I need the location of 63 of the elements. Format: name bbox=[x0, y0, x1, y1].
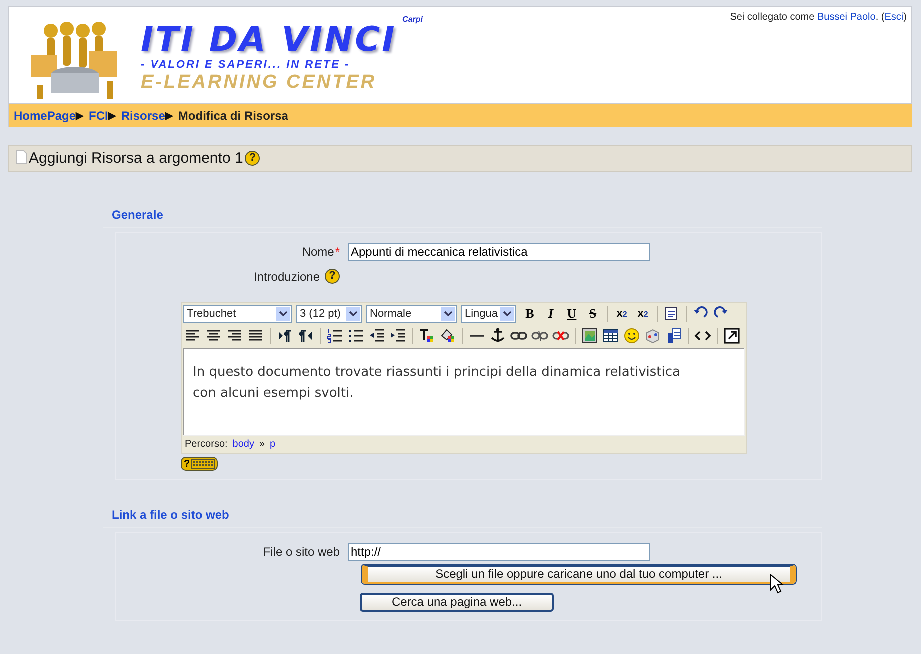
background-color-icon[interactable] bbox=[439, 327, 457, 345]
table-icon[interactable] bbox=[602, 327, 620, 345]
format-button[interactable]: U bbox=[562, 304, 582, 324]
editor-text[interactable]: In questo documento trovate riassunti i principi della dinamica relativistica con alcuni esempi svolti. bbox=[183, 348, 745, 436]
format-button[interactable]: B bbox=[520, 304, 540, 324]
section-legend: Link a file o sito web bbox=[103, 508, 822, 528]
punctuation-text: . bbox=[876, 12, 879, 23]
keyboard-icon bbox=[191, 459, 216, 469]
outdent-icon[interactable] bbox=[368, 327, 386, 345]
bracket-text: ) bbox=[904, 12, 907, 23]
action-button[interactable]: Cerca una pagina web... bbox=[360, 593, 554, 612]
logo-place-text: Carpi bbox=[402, 15, 423, 24]
document-icon bbox=[16, 150, 27, 164]
dropdown[interactable]: Normale bbox=[366, 305, 457, 323]
anchor-icon[interactable] bbox=[489, 327, 507, 345]
text-color-icon[interactable] bbox=[418, 327, 436, 345]
text-field[interactable]: Appunti di meccanica relativistica bbox=[348, 243, 650, 261]
logo-subtitle: E-LEARNING CENTER bbox=[141, 72, 378, 94]
login-text: Sei collegato come bbox=[730, 12, 815, 23]
field-label: Introduzione bbox=[254, 270, 320, 284]
path-link[interactable]: p bbox=[270, 439, 276, 450]
logo-title: ITI DA VINCI bbox=[141, 24, 398, 56]
logout-link[interactable]: Esci bbox=[884, 12, 904, 23]
numbered-list-icon[interactable] bbox=[326, 327, 344, 345]
field-label: File o sito web bbox=[263, 545, 340, 559]
bullet-list-icon[interactable] bbox=[347, 327, 365, 345]
path-link[interactable]: body bbox=[232, 439, 254, 450]
smiley-icon[interactable] bbox=[623, 327, 641, 345]
indent-icon[interactable] bbox=[389, 327, 407, 345]
chevron-icon bbox=[278, 311, 288, 317]
field-label: Nome bbox=[302, 245, 334, 259]
breadcrumb-separator: ▶ bbox=[108, 110, 116, 122]
path-separator: » bbox=[259, 439, 266, 450]
logo-motto: - VALORI E SAPERI... IN RETE - bbox=[141, 59, 352, 71]
keyboard-help-button[interactable]: ? bbox=[181, 457, 218, 471]
dropdown[interactable]: 3 (12 pt) bbox=[296, 305, 362, 323]
path-label: Percorso: bbox=[185, 439, 228, 450]
dropdown[interactable]: Lingua bbox=[461, 305, 516, 323]
special-character-icon[interactable] bbox=[644, 327, 662, 345]
chevron-icon bbox=[348, 311, 358, 317]
format-button[interactable]: S bbox=[583, 304, 603, 324]
breadcrumb-link[interactable]: Risorse bbox=[121, 108, 166, 122]
breadcrumb-link[interactable]: HomePage bbox=[14, 108, 76, 122]
user-link[interactable]: Bussei Paolo bbox=[817, 12, 876, 23]
paste-icon[interactable] bbox=[665, 327, 683, 345]
page-title: Aggiungi Risorsa a argomento 1 bbox=[29, 150, 244, 167]
breadcrumb-current: Modifica di Risorsa bbox=[178, 108, 288, 122]
format-button[interactable]: I bbox=[541, 304, 561, 324]
section-legend: Generale bbox=[103, 208, 822, 228]
help-icon[interactable]: ? bbox=[325, 269, 340, 284]
bracket-text: ( bbox=[881, 12, 885, 23]
dropdown[interactable]: Trebuchet bbox=[183, 305, 292, 323]
chevron-icon bbox=[502, 311, 512, 317]
image-icon[interactable] bbox=[581, 327, 599, 345]
chevron-icon bbox=[444, 311, 452, 317]
required-mark: * bbox=[335, 245, 340, 259]
text-field[interactable]: http:// bbox=[348, 543, 650, 561]
breadcrumb-separator: ▶ bbox=[76, 110, 84, 122]
fullscreen-icon[interactable] bbox=[723, 327, 741, 345]
breadcrumb-separator: ▶ bbox=[165, 110, 174, 122]
breadcrumb-link[interactable]: FCI bbox=[89, 108, 108, 122]
help-icon[interactable]: ? bbox=[245, 151, 260, 166]
mouse-cursor-icon bbox=[770, 574, 784, 594]
